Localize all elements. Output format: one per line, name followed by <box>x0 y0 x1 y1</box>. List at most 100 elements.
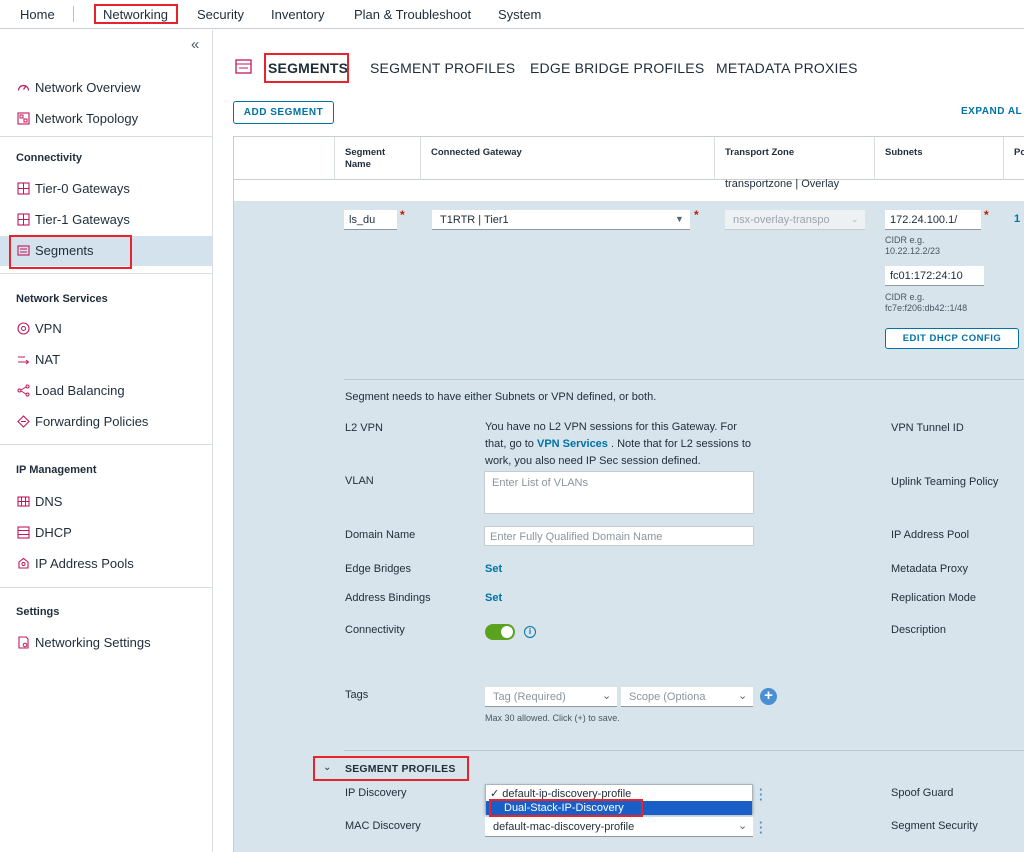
mac-discovery-select[interactable]: default-mac-discovery-profile <box>485 817 753 837</box>
transport-zone-select: nsx-overlay-transpo <box>725 210 865 230</box>
ports-count-link[interactable]: 1 <box>1014 213 1020 225</box>
info-icon[interactable]: i <box>524 626 536 638</box>
sidebar-label: Networking Settings <box>35 635 151 650</box>
connected-gateway-select[interactable]: T1RTR | Tier1 <box>432 210 690 230</box>
sidebar-label: Network Topology <box>35 111 139 126</box>
connectivity-label: Connectivity <box>345 624 405 636</box>
header-divider <box>714 137 715 180</box>
uplink-teaming-policy-label: Uplink Teaming Policy <box>891 476 999 488</box>
address-bindings-label: Address Bindings <box>345 592 431 604</box>
nav-home[interactable]: Home <box>20 7 55 22</box>
sidebar-item-nat[interactable]: NAT <box>17 352 60 367</box>
tag-placeholder: Tag (Required) <box>493 691 566 703</box>
ip-discovery-label: IP Discovery <box>345 787 407 799</box>
chevron-down-icon: ⌄ <box>851 214 859 224</box>
sidebar-heading-network-services: Network Services <box>16 293 108 305</box>
domain-name-input[interactable]: Enter Fully Qualified Domain Name <box>484 526 754 546</box>
chevron-down-icon: ⌄ <box>602 690 612 702</box>
segments-tab-icon <box>235 59 252 77</box>
tab-metadata-proxies[interactable]: METADATA PROXIES <box>716 60 858 76</box>
sidebar-item-ip-address-pools[interactable]: IP Address Pools <box>17 556 134 571</box>
scope-input[interactable]: Scope (Optiona <box>621 687 753 707</box>
address-bindings-set-link[interactable]: Set <box>485 592 502 604</box>
sidebar-item-network-overview[interactable]: Network Overview <box>17 80 140 95</box>
nav-divider <box>73 6 74 22</box>
sidebar: « Network Overview Network Topology Conn… <box>0 30 213 852</box>
section-divider <box>344 379 1024 380</box>
tags-label: Tags <box>345 689 369 701</box>
column-header-transport-zone[interactable]: Transport Zone <box>725 147 794 159</box>
sidebar-item-vpn[interactable]: VPN <box>17 321 62 336</box>
header-divider <box>1003 137 1004 180</box>
subnet-ipv6-input[interactable]: fc01:172:24:10 <box>885 266 984 286</box>
vpn-icon <box>17 322 30 335</box>
l2vpn-message-text: . Note that for L2 sessions to <box>607 438 751 450</box>
add-segment-button[interactable]: ADD SEGMENT <box>233 101 334 124</box>
tag-input[interactable]: Tag (Required) <box>485 687 617 707</box>
nav-inventory[interactable]: Inventory <box>271 7 324 22</box>
dhcp-icon <box>17 526 30 539</box>
sidebar-item-dns[interactable]: DNS <box>17 494 62 509</box>
scope-placeholder: Scope (Optiona <box>629 691 706 703</box>
sidebar-heading-settings: Settings <box>16 606 60 618</box>
column-header-ports[interactable]: Po <box>1014 147 1024 159</box>
chevron-down-icon: ⌄ <box>738 690 748 702</box>
highlight-box-dual-stack-option <box>489 799 643 817</box>
nav-plan-troubleshoot[interactable]: Plan & Troubleshoot <box>354 7 471 22</box>
edge-bridges-set-link[interactable]: Set <box>485 563 502 575</box>
metadata-proxy-label: Metadata Proxy <box>891 563 969 575</box>
column-header-connected-gateway[interactable]: Connected Gateway <box>431 147 522 159</box>
edge-bridges-label: Edge Bridges <box>345 563 412 575</box>
add-tag-plus-icon[interactable]: + <box>760 688 777 705</box>
cidr-hint-ipv4: CIDR e.g. 10.22.12.2/23 <box>885 235 941 256</box>
tab-edge-bridge-profiles[interactable]: EDGE BRIDGE PROFILES <box>530 60 704 76</box>
sidebar-item-tier1-gateways[interactable]: Tier-1 Gateways <box>17 212 130 227</box>
sidebar-label: Load Balancing <box>35 383 125 398</box>
more-options-icon[interactable]: · · · <box>759 816 763 839</box>
column-header-subnets[interactable]: Subnets <box>885 147 922 159</box>
sidebar-item-networking-settings[interactable]: Networking Settings <box>17 635 151 650</box>
nav-system[interactable]: System <box>498 7 541 22</box>
tags-hint: Max 30 allowed. Click (+) to save. <box>485 713 620 723</box>
gateway-icon <box>17 182 30 195</box>
sidebar-item-network-topology[interactable]: Network Topology <box>17 111 138 126</box>
edit-dhcp-config-button[interactable]: EDIT DHCP CONFIG <box>885 328 1019 349</box>
tab-segment-profiles[interactable]: SEGMENT PROFILES <box>370 60 515 76</box>
highlight-box-segments <box>9 235 132 269</box>
required-marker: * <box>400 208 405 222</box>
vpn-tunnel-id-label: VPN Tunnel ID <box>891 422 964 434</box>
domain-name-placeholder: Enter Fully Qualified Domain Name <box>490 531 663 543</box>
segment-name-input[interactable]: ls_du <box>344 210 397 230</box>
sidebar-heading-ip-management: IP Management <box>16 464 97 476</box>
subnet-ipv4-input[interactable]: 172.24.100.1/ <box>885 210 981 230</box>
expand-all-link[interactable]: EXPAND AL <box>961 106 1022 117</box>
forwarding-icon <box>17 415 30 428</box>
sidebar-label: Forwarding Policies <box>35 414 149 429</box>
mac-discovery-value: default-mac-discovery-profile <box>493 821 635 833</box>
sidebar-item-load-balancing[interactable]: Load Balancing <box>17 383 125 398</box>
sidebar-divider <box>0 444 212 445</box>
l2vpn-label: L2 VPN <box>345 422 383 434</box>
more-options-icon[interactable]: · · · <box>759 783 763 806</box>
required-marker: * <box>694 208 699 222</box>
topology-icon <box>17 112 30 125</box>
collapse-sidebar-icon[interactable]: « <box>191 36 199 53</box>
column-header-segment-name[interactable]: Segment Name <box>345 147 405 171</box>
previous-row-transport-zone: transportzone | Overlay <box>725 178 840 190</box>
segment-security-label: Segment Security <box>891 820 978 832</box>
l2vpn-message-line: You have no L2 VPN sessions for this Gat… <box>485 421 737 433</box>
gateway-icon <box>17 213 30 226</box>
connectivity-toggle[interactable] <box>485 624 515 640</box>
table-row <box>234 181 1024 201</box>
ip-pool-icon <box>17 557 30 570</box>
sidebar-item-tier0-gateways[interactable]: Tier-0 Gateways <box>17 181 130 196</box>
highlight-box-segments-tab <box>264 53 349 83</box>
sidebar-item-forwarding-policies[interactable]: Forwarding Policies <box>17 414 148 429</box>
nav-security[interactable]: Security <box>197 7 244 22</box>
l2vpn-message: You have no L2 VPN sessions for this Gat… <box>485 419 765 470</box>
vlan-textarea[interactable]: Enter List of VLANs <box>484 471 754 514</box>
sidebar-item-dhcp[interactable]: DHCP <box>17 525 72 540</box>
vpn-services-link[interactable]: VPN Services <box>537 438 608 450</box>
header-divider <box>874 137 875 180</box>
description-label: Description <box>891 624 947 636</box>
